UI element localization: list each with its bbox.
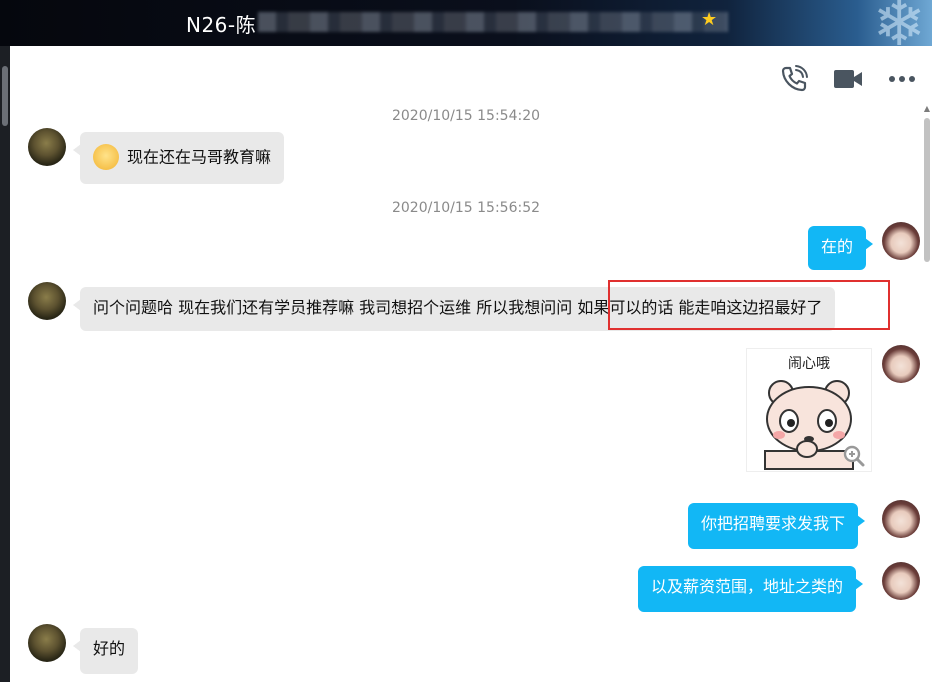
message-text: 好的 (93, 639, 126, 658)
video-call-icon (834, 70, 862, 88)
snowflake-decoration-icon: ❄ (872, 0, 926, 46)
incoming-message-bubble[interactable]: 问个问题哈 现在我们还有学员推荐嘛 我司想招个运维 所以我想问问 如果可以的话 … (72, 287, 836, 331)
video-call-button[interactable] (832, 63, 864, 95)
chat-scrollbar[interactable]: ▲ (922, 104, 932, 682)
chat-title: N26-陈 (186, 13, 257, 37)
chat-toolbar (778, 62, 918, 96)
self-avatar[interactable] (882, 500, 920, 538)
left-panel-edge (0, 46, 10, 682)
message-text: 现在还在马哥教育嘛 (127, 147, 272, 167)
incoming-message-bubble[interactable]: 好的 (72, 628, 139, 674)
more-icon (889, 76, 915, 82)
smile-emoji-icon (93, 144, 119, 170)
contact-avatar[interactable] (28, 128, 66, 166)
message-text: 以及薪资范围，地址之类的 (651, 577, 844, 596)
self-avatar[interactable] (882, 562, 920, 600)
message-text: 问个问题哈 现在我们还有学员推荐嘛 我司想招个运维 所以我想问问 如果可以的话 … (93, 298, 823, 317)
more-button[interactable] (886, 63, 918, 95)
outgoing-message-bubble[interactable]: 以及薪资范围，地址之类的 (638, 566, 864, 612)
self-avatar[interactable] (882, 222, 920, 260)
outgoing-message-bubble[interactable]: 你把招聘要求发我下 (688, 503, 866, 549)
message-text: 你把招聘要求发我下 (701, 514, 846, 533)
contact-avatar[interactable] (28, 282, 66, 320)
incoming-message-bubble[interactable]: 现在还在马哥教育嘛 (72, 132, 285, 184)
zoom-in-icon[interactable] (843, 445, 865, 467)
sticker-message[interactable]: 闹心哦 (746, 348, 872, 472)
contact-avatar[interactable] (28, 624, 66, 662)
phone-call-icon (781, 65, 808, 92)
message-timestamp: 2020/10/15 15:54:20 (391, 108, 541, 124)
outgoing-message-bubble[interactable]: 在的 (808, 226, 874, 270)
voice-call-button[interactable] (778, 63, 810, 95)
message-timestamp: 2020/10/15 15:56:52 (391, 200, 541, 216)
star-badge-icon: ★ (701, 9, 718, 30)
redacted-name (258, 12, 728, 32)
self-avatar[interactable] (882, 345, 920, 383)
title-bar: N26-陈 ★ ❄ (0, 0, 932, 46)
scroll-thumb[interactable] (924, 118, 930, 262)
message-text: 在的 (821, 237, 854, 256)
